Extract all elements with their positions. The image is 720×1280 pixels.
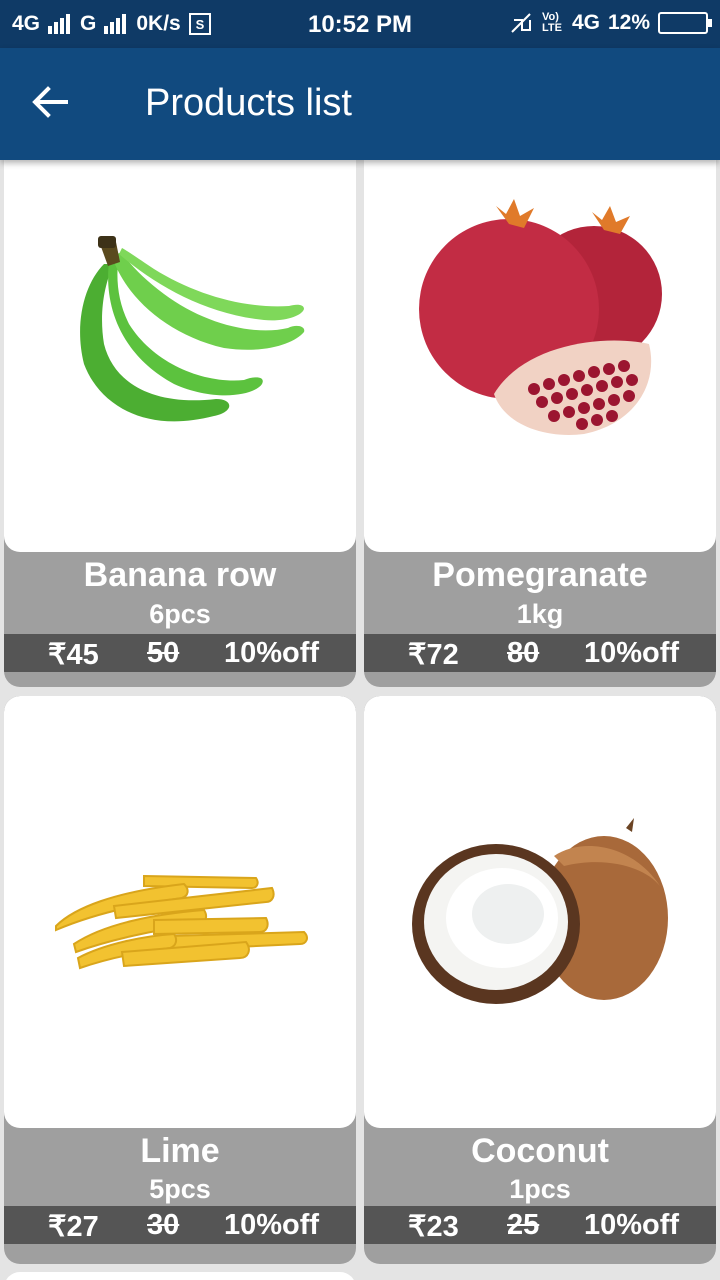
price-bar: ₹72 80 10%off — [364, 634, 716, 672]
product-name: Lime — [140, 1132, 220, 1170]
network-type-3: 4G — [571, 11, 600, 34]
product-discount: 10%off — [224, 1209, 320, 1241]
page-title: Products list — [145, 82, 352, 124]
app-bar: Products list — [0, 48, 720, 160]
product-discount: 10%off — [224, 637, 320, 669]
product-discount: 10%off — [584, 1209, 680, 1241]
price-bar: ₹27 30 10%off — [4, 1206, 356, 1244]
baby-corn-icon — [55, 874, 308, 970]
product-name: Coconut — [471, 1132, 609, 1170]
product-name: Pomegranate — [432, 556, 648, 594]
product-card[interactable]: Lime 5pcs ₹27 30 10%off — [4, 696, 356, 1264]
product-price: ₹72 — [408, 639, 459, 671]
product-quantity: 6pcs — [149, 599, 211, 629]
product-quantity: 1kg — [516, 599, 564, 629]
arrow-left-icon — [32, 86, 68, 118]
coconut-icon — [412, 818, 668, 1004]
battery-percent: 12% — [607, 11, 650, 34]
product-quantity: 5pcs — [149, 1174, 211, 1204]
product-price: ₹45 — [48, 639, 99, 671]
product-card[interactable]: Banana row 6pcs ₹45 50 10%off — [4, 160, 356, 687]
product-image — [364, 160, 716, 552]
product-image — [4, 160, 356, 552]
product-mrp: 30 — [147, 1209, 180, 1241]
battery-icon — [658, 12, 712, 34]
product-quantity: 1pcs — [509, 1174, 571, 1204]
price-bar: ₹45 50 10%off — [4, 634, 356, 672]
product-grid: Banana row 6pcs ₹45 50 10%off Pomegranat… — [0, 160, 720, 1280]
product-card[interactable]: Pomegranate 1kg ₹72 80 10%off — [364, 160, 716, 687]
product-mrp: 25 — [507, 1209, 540, 1241]
volte-label: Vo) LTE — [541, 11, 562, 34]
status-right: Vo) LTE 4G 12% — [510, 11, 712, 35]
product-discount: 10%off — [584, 637, 680, 669]
product-name: Banana row — [83, 556, 277, 594]
back-button[interactable] — [30, 82, 80, 126]
product-image — [364, 696, 716, 1128]
pomegranate-icon — [419, 199, 662, 435]
price-bar: ₹23 25 10%off — [364, 1206, 716, 1244]
product-card[interactable]: Coconut 1pcs ₹23 25 10%off — [364, 696, 716, 1264]
product-mrp: 80 — [507, 637, 540, 669]
product-price: ₹27 — [48, 1211, 99, 1243]
product-image — [4, 696, 356, 1128]
product-price: ₹23 — [408, 1211, 459, 1243]
product-card-partial[interactable] — [4, 1272, 356, 1280]
green-banana-icon — [80, 236, 305, 422]
product-mrp: 50 — [147, 637, 180, 669]
status-bar: 4G G 0K/s S 10:52 PM Vo) LTE 4G 12% — [0, 0, 720, 48]
vibrate-mute-icon — [511, 13, 531, 33]
